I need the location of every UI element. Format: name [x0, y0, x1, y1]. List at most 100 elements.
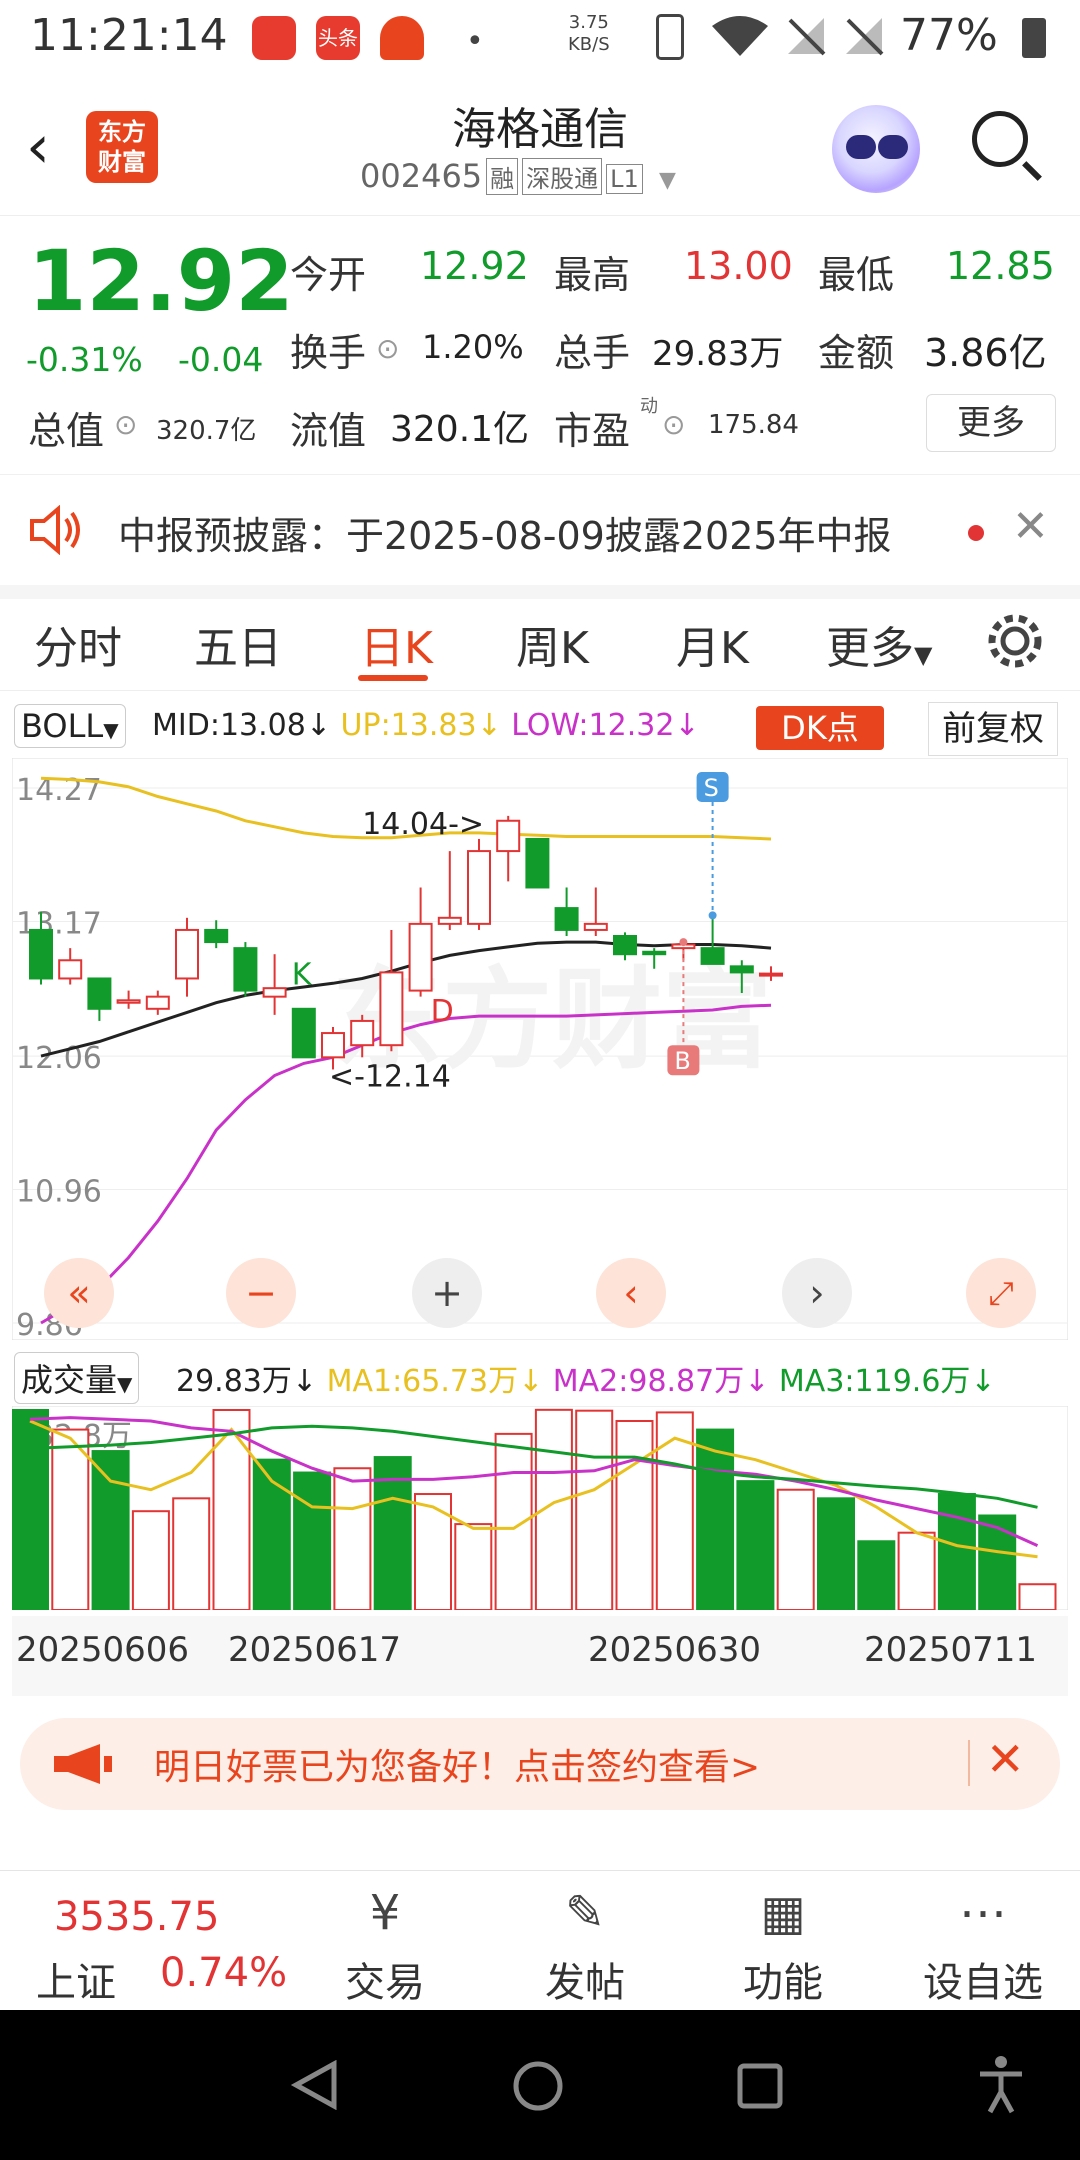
- volume-bar[interactable]: [293, 1471, 332, 1610]
- volume-bar[interactable]: [696, 1428, 735, 1610]
- tab-more[interactable]: 更多▼: [826, 612, 932, 676]
- candle-body[interactable]: [700, 947, 725, 965]
- candle-body[interactable]: [642, 950, 667, 956]
- scroll-far-left-icon[interactable]: «: [44, 1258, 114, 1328]
- volume-bar[interactable]: [897, 1531, 936, 1610]
- tab-weekly-k[interactable]: 周K: [516, 612, 589, 676]
- candle-body[interactable]: [175, 928, 199, 980]
- volume-bar[interactable]: [978, 1514, 1017, 1610]
- volume-bar[interactable]: [937, 1493, 976, 1610]
- close-icon[interactable]: ✕: [1012, 501, 1049, 552]
- more-button[interactable]: 更多: [926, 394, 1056, 452]
- nav-add-watchlist[interactable]: 设自选: [908, 1950, 1058, 2008]
- candle-body[interactable]: [145, 995, 170, 1010]
- candle-body[interactable]: [408, 922, 433, 992]
- candlestick-chart[interactable]: 14.2713.1712.0610.969.86东方财富14.04-><-12.…: [12, 758, 1068, 1340]
- dk-point-button[interactable]: DK点: [756, 706, 884, 750]
- volume-bar[interactable]: [857, 1540, 896, 1610]
- wifi-icon: [712, 16, 768, 56]
- edit-post-icon[interactable]: ✎: [550, 1878, 620, 1948]
- scroll-left-icon[interactable]: ‹: [596, 1258, 666, 1328]
- index-value[interactable]: 3535.75: [54, 1894, 219, 1940]
- status-time: 11:21:14: [30, 10, 228, 61]
- index-change[interactable]: 0.74%: [160, 1950, 287, 1996]
- tab-intraday[interactable]: 分时: [34, 612, 122, 676]
- candle-body[interactable]: [204, 928, 229, 944]
- recents-square-icon[interactable]: [736, 2062, 784, 2110]
- tab-monthly-k[interactable]: 月K: [676, 612, 749, 676]
- nav-functions[interactable]: 功能: [728, 1950, 838, 2008]
- volume-indicator-select[interactable]: 成交量▼: [14, 1352, 140, 1404]
- candle-body[interactable]: [350, 1019, 375, 1047]
- volume-bar[interactable]: [414, 1493, 452, 1610]
- nav-trade[interactable]: 交易: [330, 1950, 440, 2008]
- indicator-select[interactable]: BOLL▼: [14, 704, 126, 748]
- promo-banner[interactable]: 明日好票已为您备好！点击签约查看> ✕: [20, 1718, 1060, 1810]
- candle-body[interactable]: [554, 907, 579, 931]
- zoom-out-icon[interactable]: −: [226, 1258, 296, 1328]
- candle-body[interactable]: [58, 959, 83, 980]
- info-icon[interactable]: ⊙: [376, 332, 399, 365]
- volume-bar[interactable]: [615, 1419, 654, 1610]
- close-icon[interactable]: ✕: [986, 1732, 1025, 1786]
- candle-body[interactable]: [496, 819, 521, 853]
- candle-body[interactable]: [437, 916, 462, 925]
- zoom-in-icon[interactable]: +: [412, 1258, 482, 1328]
- candle-body[interactable]: [729, 965, 754, 974]
- grid-functions-icon[interactable]: ▦: [748, 1878, 818, 1948]
- candle-body[interactable]: [583, 922, 608, 931]
- candle-body[interactable]: [116, 999, 141, 1004]
- tab-daily-k[interactable]: 日K: [360, 612, 433, 676]
- candle-body[interactable]: [233, 947, 258, 992]
- volume-bar[interactable]: [333, 1467, 372, 1610]
- high-value: 13.00: [684, 244, 793, 288]
- volume-bar[interactable]: [817, 1497, 855, 1610]
- candle-body[interactable]: [759, 972, 783, 977]
- volume-bar[interactable]: [454, 1523, 493, 1610]
- candle-body[interactable]: [467, 850, 491, 925]
- notice-text: 中报预披露：于2025-08-09披露2025年中报: [118, 514, 892, 558]
- index-name[interactable]: 上证: [36, 1950, 116, 2008]
- candle-body[interactable]: [29, 928, 53, 980]
- stock-code-row[interactable]: 002465 融深股通 L1 ▼: [360, 157, 676, 195]
- candle-body[interactable]: [321, 1032, 345, 1059]
- info-icon[interactable]: ⊙: [114, 408, 137, 441]
- accessibility-icon[interactable]: [976, 2054, 1026, 2114]
- volume-bar[interactable]: [575, 1409, 614, 1610]
- candle-body[interactable]: [87, 977, 112, 1010]
- volume-bar[interactable]: [12, 1409, 49, 1610]
- fullscreen-icon[interactable]: ⤢: [966, 1258, 1036, 1328]
- settings-gear-icon[interactable]: [986, 612, 1044, 670]
- nav-post[interactable]: 发帖: [530, 1950, 640, 2008]
- volume-bar[interactable]: [51, 1428, 90, 1610]
- volume-bar[interactable]: [212, 1409, 251, 1610]
- banner-text: 明日好票已为您备好！点击签约查看>: [154, 1747, 761, 1788]
- candle-body[interactable]: [379, 971, 404, 1047]
- info-icon[interactable]: ⊙: [662, 408, 685, 441]
- robot-assistant-icon[interactable]: [832, 105, 920, 193]
- volume-bar[interactable]: [131, 1510, 170, 1610]
- trade-yen-icon[interactable]: ¥: [350, 1878, 420, 1948]
- candle-body[interactable]: [613, 935, 637, 956]
- candle-body[interactable]: [291, 1007, 316, 1059]
- home-circle-icon[interactable]: [512, 2060, 564, 2112]
- candle-body[interactable]: [262, 987, 287, 998]
- search-icon[interactable]: [972, 111, 1028, 167]
- price-adjust-button[interactable]: 前复权: [928, 702, 1058, 756]
- volume-chart[interactable]: 232.8万: [12, 1406, 1068, 1610]
- amount-value: 3.86亿: [924, 331, 1047, 375]
- volume-bar[interactable]: [1018, 1583, 1057, 1610]
- notice-bar[interactable]: 中报预披露：于2025-08-09披露2025年中报 ✕: [0, 474, 1080, 599]
- tab-five-day[interactable]: 五日: [194, 612, 282, 676]
- volume-bar[interactable]: [172, 1497, 211, 1610]
- volume-bar[interactable]: [776, 1488, 815, 1610]
- margin-tag: 融: [486, 158, 519, 195]
- candle-body[interactable]: [525, 837, 550, 889]
- open-value: 12.92: [420, 244, 529, 288]
- more-circle-icon[interactable]: ⋯: [948, 1878, 1018, 1948]
- scroll-right-icon[interactable]: ›: [782, 1258, 852, 1328]
- volume-bar[interactable]: [736, 1480, 775, 1610]
- back-triangle-icon[interactable]: [290, 2060, 340, 2110]
- more-notifications-dot-icon: •: [466, 24, 484, 59]
- volume-bar[interactable]: [91, 1450, 130, 1610]
